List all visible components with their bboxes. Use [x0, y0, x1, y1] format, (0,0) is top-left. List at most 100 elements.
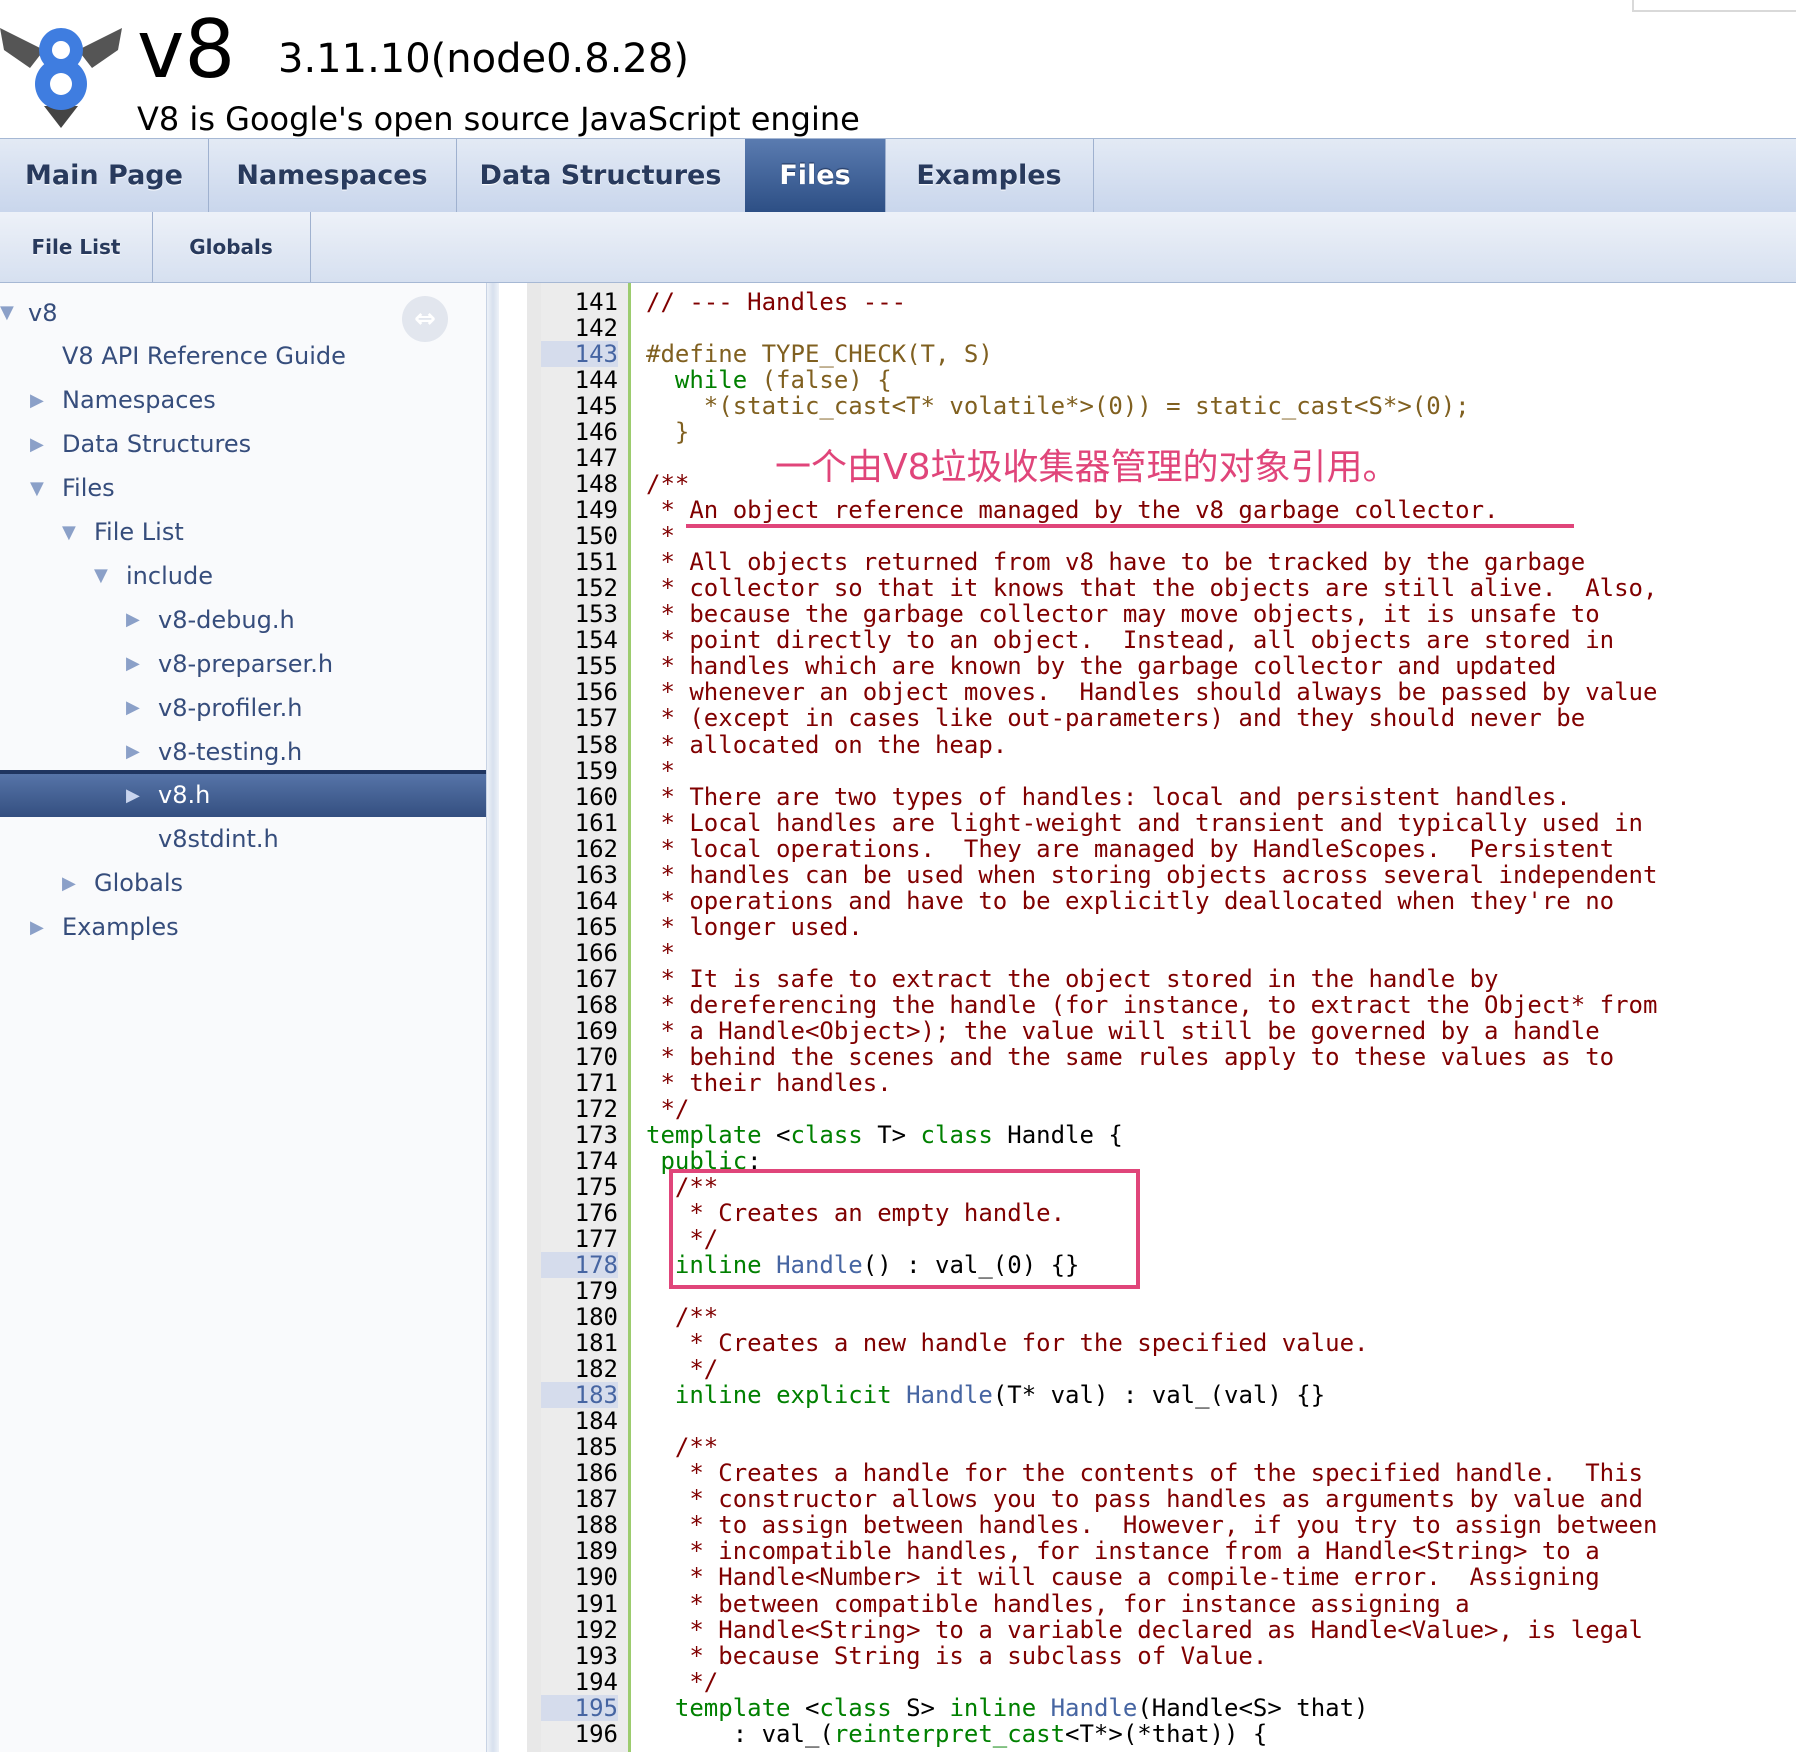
code-token: reinterpret_cast [833, 1719, 1066, 1748]
code-token: inline [674, 1381, 762, 1410]
line-number: 177 [574, 1225, 618, 1254]
project-number: 3.11.10(node0.8.28) [278, 36, 689, 82]
code-token: * constructor allows you to pass handles… [646, 1485, 1643, 1514]
code-token: * whenever an object moves. Handles shou… [646, 678, 1658, 707]
code-text: * point directly to an object. Instead, … [646, 627, 1614, 653]
code-line: 163 * handles can be used when storing o… [0, 862, 1796, 888]
code-token: class [819, 1693, 892, 1722]
line-number: 189 [574, 1537, 618, 1566]
code-token: explicit [776, 1381, 892, 1410]
code-line: 187 * constructor allows you to pass han… [0, 1486, 1796, 1512]
code-line: 141 // --- Handles --- [0, 289, 1796, 315]
code-line: 192 * Handle<String> to a variable decla… [0, 1617, 1796, 1643]
line-number[interactable]: 195 [541, 1694, 618, 1721]
tab-examples[interactable]: Examples [885, 139, 1094, 212]
annotation-text: 一个由V8垃圾收集器管理的对象引用。 [775, 447, 1399, 488]
annotation-underline [686, 524, 1574, 528]
code-text: * to assign between handles. However, if… [646, 1512, 1657, 1538]
code-text: * (except in cases like out-parameters) … [646, 705, 1585, 731]
code-line: 145 *(static_cast<T* volatile*>(0)) = st… [0, 393, 1796, 419]
line-number: 188 [574, 1511, 618, 1540]
line-number: 176 [574, 1199, 618, 1228]
code-text: * [646, 940, 674, 966]
line-number: 164 [574, 886, 618, 915]
code-line: 194 */ [0, 1669, 1796, 1695]
code-line: 156 * whenever an object moves. Handles … [0, 679, 1796, 705]
line-number: 169 [574, 1016, 618, 1045]
code-text: * because the garbage collector may move… [646, 600, 1600, 629]
code-token: * Handle<Number> it will cause a compile… [646, 1563, 1600, 1592]
project-name: v8 [137, 3, 236, 96]
line-number: 151 [574, 548, 618, 577]
tab-namespaces[interactable]: Namespaces [208, 139, 457, 212]
code-token: *(static_cast<T* volatile*>(0)) = static… [646, 392, 1470, 421]
code-text: * [646, 523, 674, 549]
line-number: 196 [574, 1719, 618, 1748]
code-link[interactable]: Handle [906, 1381, 993, 1409]
code-token: #define TYPE_CHECK(T, S) [646, 340, 993, 369]
code-line: 155 * handles which are known by the gar… [0, 653, 1796, 679]
code-token: <T*>(*that)) { [1065, 1719, 1268, 1748]
code-text: * behind the scenes and the same rules a… [646, 1044, 1614, 1070]
line-number: 166 [574, 938, 618, 967]
project-brief: V8 is Google's open source JavaScript en… [137, 100, 860, 138]
code-token: * An object reference managed by the v8 … [646, 496, 1499, 525]
line-number: 191 [574, 1589, 618, 1618]
tab-file-list[interactable]: File List [0, 212, 153, 282]
code-token: (false) { [761, 366, 892, 395]
line-number: 160 [574, 782, 618, 811]
code-token: * collector so that it knows that the ob… [646, 574, 1658, 603]
code-text: * their handles. [646, 1070, 891, 1096]
code-line: 164 * operations and have to be explicit… [0, 888, 1796, 914]
code-line: 152 * collector so that it knows that th… [0, 575, 1796, 601]
code-text: * longer used. [646, 914, 862, 940]
code-text: * All objects returned from v8 have to b… [646, 549, 1585, 575]
line-number: 157 [574, 704, 618, 733]
line-number[interactable]: 178 [541, 1252, 618, 1279]
code-token: < [790, 1693, 820, 1722]
main-tabs: Main Page Namespaces Data Structures Fil… [0, 139, 1796, 213]
line-number[interactable]: 143 [541, 341, 618, 368]
line-number[interactable]: 183 [541, 1382, 618, 1409]
code-link[interactable]: Handle [1051, 1694, 1138, 1722]
code-text: /** [646, 1434, 718, 1460]
code-token: */ [646, 1355, 719, 1384]
code-text: * constructor allows you to pass handles… [646, 1486, 1643, 1512]
tab-files[interactable]: Files [745, 139, 886, 212]
tab-globals[interactable]: Globals [152, 212, 311, 282]
code-text: /** [646, 471, 689, 497]
code-line: 166 * [0, 940, 1796, 966]
code-token: < [761, 1120, 791, 1149]
code-token: class [790, 1120, 863, 1149]
code-line: 169 * a Handle<Object>); the value will … [0, 1018, 1796, 1044]
tab-main-page[interactable]: Main Page [0, 139, 209, 212]
code-text: * incompatible handles, for instance fro… [646, 1537, 1600, 1566]
code-token: * local operations. They are managed by … [646, 834, 1615, 863]
tab-data-structures[interactable]: Data Structures [456, 139, 746, 212]
code-token: * allocated on the heap. [646, 730, 1008, 759]
code-token: * dereferencing the handle (for instance… [646, 990, 1658, 1019]
code-token: (Handle<S> that) [1137, 1693, 1369, 1722]
code-text: template <class T> class Handle { [646, 1122, 1123, 1148]
code-token: * because the garbage collector may move… [646, 600, 1600, 629]
line-number: 154 [574, 626, 618, 655]
line-number: 179 [574, 1277, 618, 1306]
code-line: 193 * because String is a subclass of Va… [0, 1643, 1796, 1669]
code-text: * a Handle<Object>); the value will stil… [646, 1018, 1599, 1044]
code-line: 153 * because the garbage collector may … [0, 601, 1796, 627]
code-text: #define TYPE_CHECK(T, S) [646, 341, 993, 367]
search-box[interactable] [1632, 0, 1796, 12]
code-text: * local operations. They are managed by … [646, 836, 1614, 862]
code-line: 170 * behind the scenes and the same rul… [0, 1044, 1796, 1070]
code-line: 181 * Creates a new handle for the speci… [0, 1330, 1796, 1356]
line-number: 144 [574, 366, 618, 395]
line-number: 148 [574, 470, 618, 499]
code-token: * Local handles are light-weight and tra… [646, 808, 1643, 837]
code-line: 167 * It is safe to extract the object s… [0, 966, 1796, 992]
code-line: 159 * [0, 758, 1796, 784]
code-token: * incompatible handles, for instance fro… [646, 1537, 1600, 1566]
code-line: 161 * Local handles are light-weight and… [0, 810, 1796, 836]
line-number: 156 [574, 678, 618, 707]
